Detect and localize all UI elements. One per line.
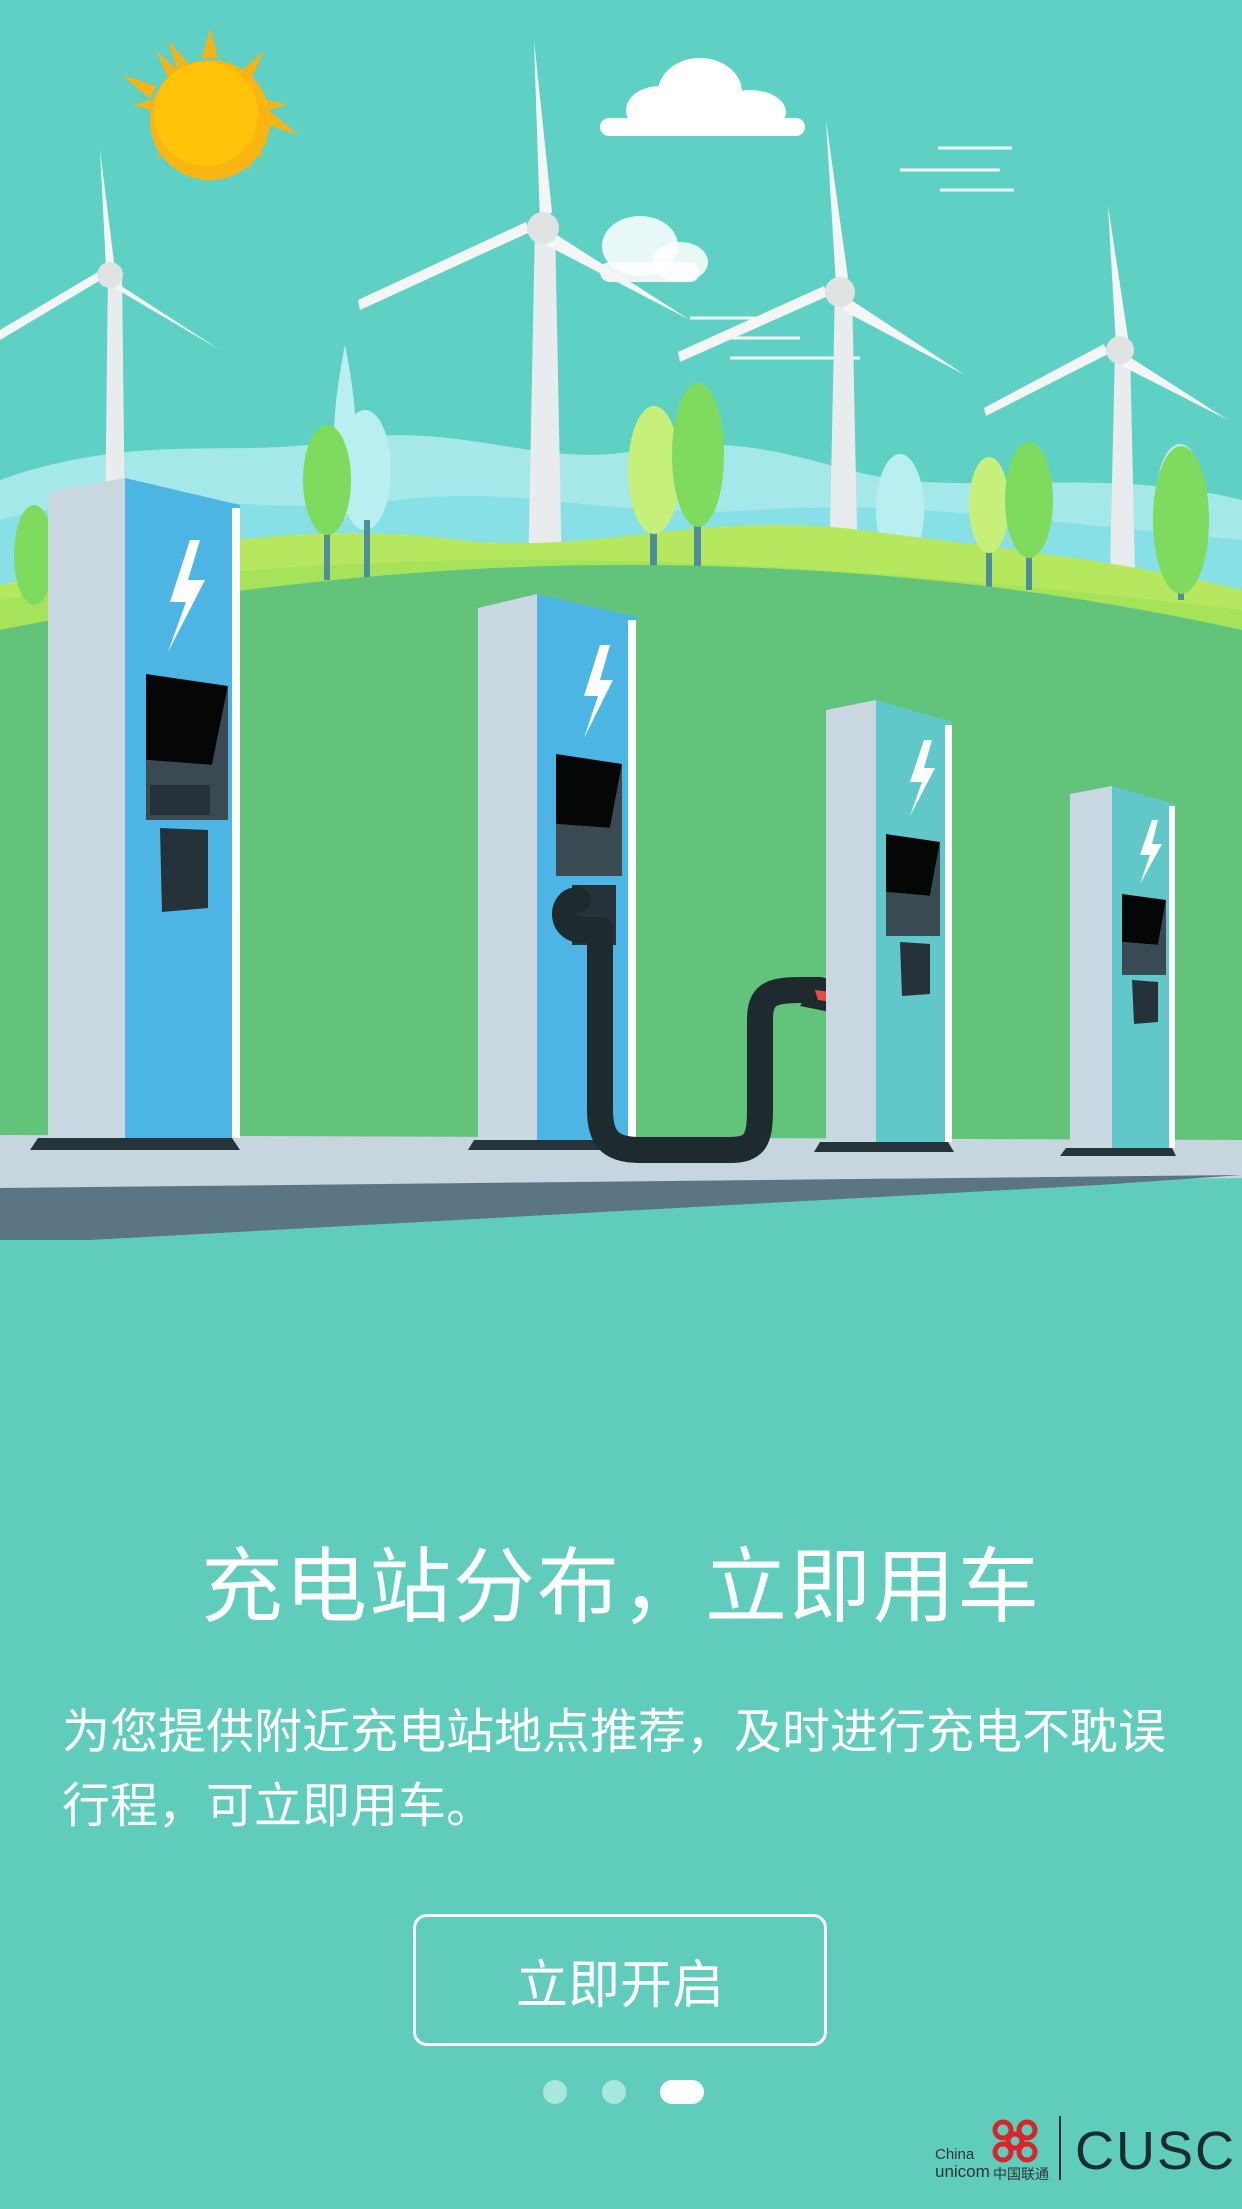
page-dot-active[interactable] xyxy=(660,2080,704,2104)
page-title: 充电站分布，立即用车 xyxy=(200,1540,1041,1635)
charging-pile xyxy=(30,478,240,1150)
brand-divider xyxy=(1059,2116,1061,2180)
brand-china: China xyxy=(935,2146,975,2163)
charging-station-illustration xyxy=(0,0,1242,1260)
page-dot[interactable] xyxy=(543,2080,567,2104)
charging-pile xyxy=(814,700,954,1152)
feature-description: 为您提供附近充电站地点推荐，及时进行充电不耽误行程，可立即用车。 xyxy=(62,1704,1167,1834)
charging-pile xyxy=(1060,786,1176,1156)
page-indicator xyxy=(0,2080,1242,2104)
unicom-knot-icon xyxy=(992,2119,1038,2163)
start-now-button[interactable]: 立即开启 xyxy=(413,1914,827,2046)
brand-logo: China unicom 中国联通 CUSC xyxy=(935,2112,1234,2184)
brand-cusc: CUSC xyxy=(1075,2121,1237,2181)
page-dot[interactable] xyxy=(602,2080,626,2104)
brand-unicom: unicom xyxy=(935,2162,990,2181)
brand-chinese: 中国联通 xyxy=(993,2167,1049,2183)
